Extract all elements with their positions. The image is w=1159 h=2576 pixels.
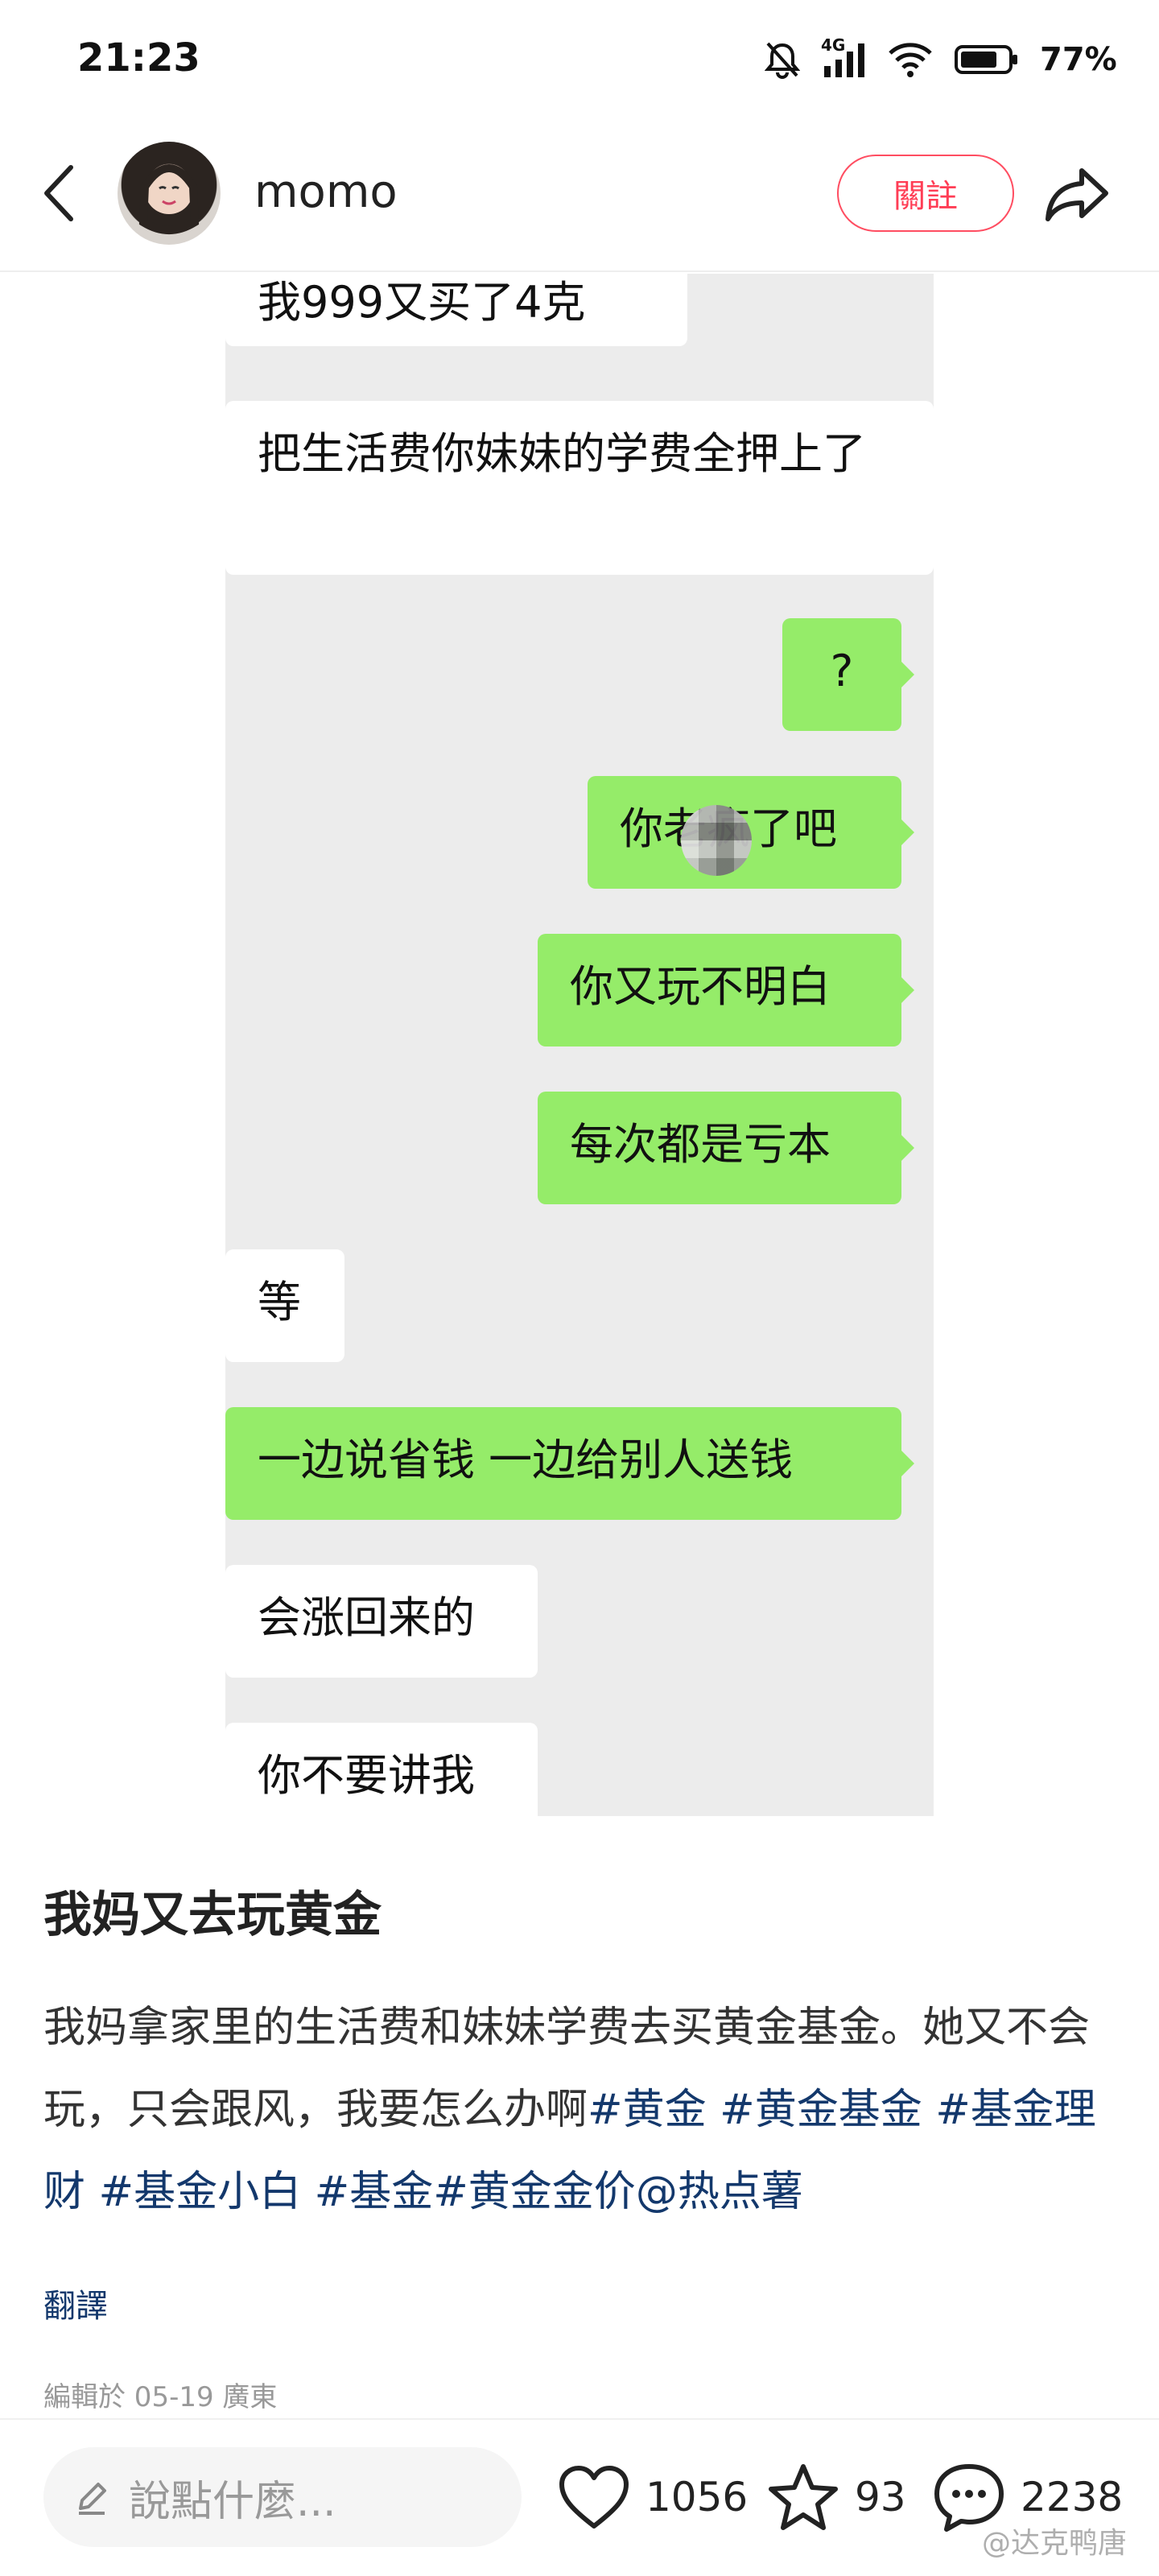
like-button[interactable]: 1056: [557, 2455, 748, 2539]
hashtag[interactable]: #黄金金价: [433, 2168, 636, 2216]
follow-button[interactable]: 關註: [837, 155, 1014, 232]
hashtag[interactable]: #黄金: [588, 2086, 707, 2134]
share-icon: [1046, 168, 1108, 221]
chat-bubble-left: 等: [225, 1249, 344, 1362]
mute-bell-icon: [765, 42, 800, 79]
mention[interactable]: @热点薯: [636, 2168, 803, 2216]
footer-divider: [0, 2418, 1159, 2420]
chat-bubble-left: 把生活费你妹妹的学费全押上了: [225, 401, 934, 575]
username[interactable]: momo: [254, 166, 398, 218]
edit-meta: 編輯於 05-19 廣東: [43, 2381, 278, 2413]
like-count: 1056: [645, 2474, 749, 2520]
battery-percent: 77%: [1040, 41, 1117, 78]
chat-bubble-right: 每次都是亏本: [538, 1092, 914, 1204]
post-body-text: 我妈拿家里的生活费和妹妹学费去买黄金基金。她又不会玩，只会跟风，我要怎么办啊: [43, 2004, 1091, 2134]
chat-bubble-left: 你不要讲我: [225, 1723, 538, 1816]
translate-link[interactable]: 翻譯: [43, 2280, 108, 2326]
star-icon: [769, 2464, 838, 2530]
comment-input[interactable]: 說點什麼...: [43, 2447, 522, 2547]
header-divider: [0, 270, 1159, 272]
chat-bubble-left: 会涨回来的: [225, 1565, 538, 1678]
favorite-button[interactable]: 93: [766, 2455, 906, 2539]
comment-count: 2238: [1021, 2474, 1124, 2520]
hashtag[interactable]: #基金: [315, 2168, 434, 2216]
chat-bubble-right: ?: [782, 618, 914, 731]
post-title: 我妈又去玩黄金: [43, 1887, 382, 1943]
wifi-icon: [889, 43, 932, 77]
back-arrow-icon: [44, 165, 73, 221]
pixelated-censor: [681, 805, 752, 876]
hashtag[interactable]: #基金小白: [99, 2168, 302, 2216]
hashtag[interactable]: #黄金基金: [720, 2086, 922, 2134]
post-body: 我妈拿家里的生活费和妹妹学费去买黄金基金。她又不会玩，只会跟风，我要怎么办啊#黄…: [43, 1987, 1122, 2233]
chat-screenshot: 我999又买了4克 把生活费你妹妹的学费全押上了 ? 你老疯了吧 你又玩不明白 …: [225, 274, 934, 1816]
status-icons: 4G 77%: [765, 35, 1117, 84]
back-button[interactable]: [35, 161, 84, 225]
chat-bubble-left: 我999又买了4克: [225, 274, 687, 346]
chat-bubble-right: 一边说省钱 一边给别人送钱: [225, 1407, 914, 1520]
heart-icon: [559, 2466, 629, 2529]
pencil-icon: [79, 2483, 106, 2515]
avatar[interactable]: [118, 142, 221, 245]
favorite-count: 93: [855, 2474, 906, 2520]
battery-icon: [955, 45, 1017, 74]
share-button[interactable]: [1043, 161, 1111, 225]
chat-bubble-right: 你又玩不明白: [538, 934, 914, 1046]
watermark: @达克鸭唐: [981, 2527, 1127, 2560]
status-time: 21:23: [77, 35, 200, 80]
comment-placeholder: 說點什麼...: [129, 2477, 336, 2526]
signal-icon: 4G: [821, 35, 866, 79]
